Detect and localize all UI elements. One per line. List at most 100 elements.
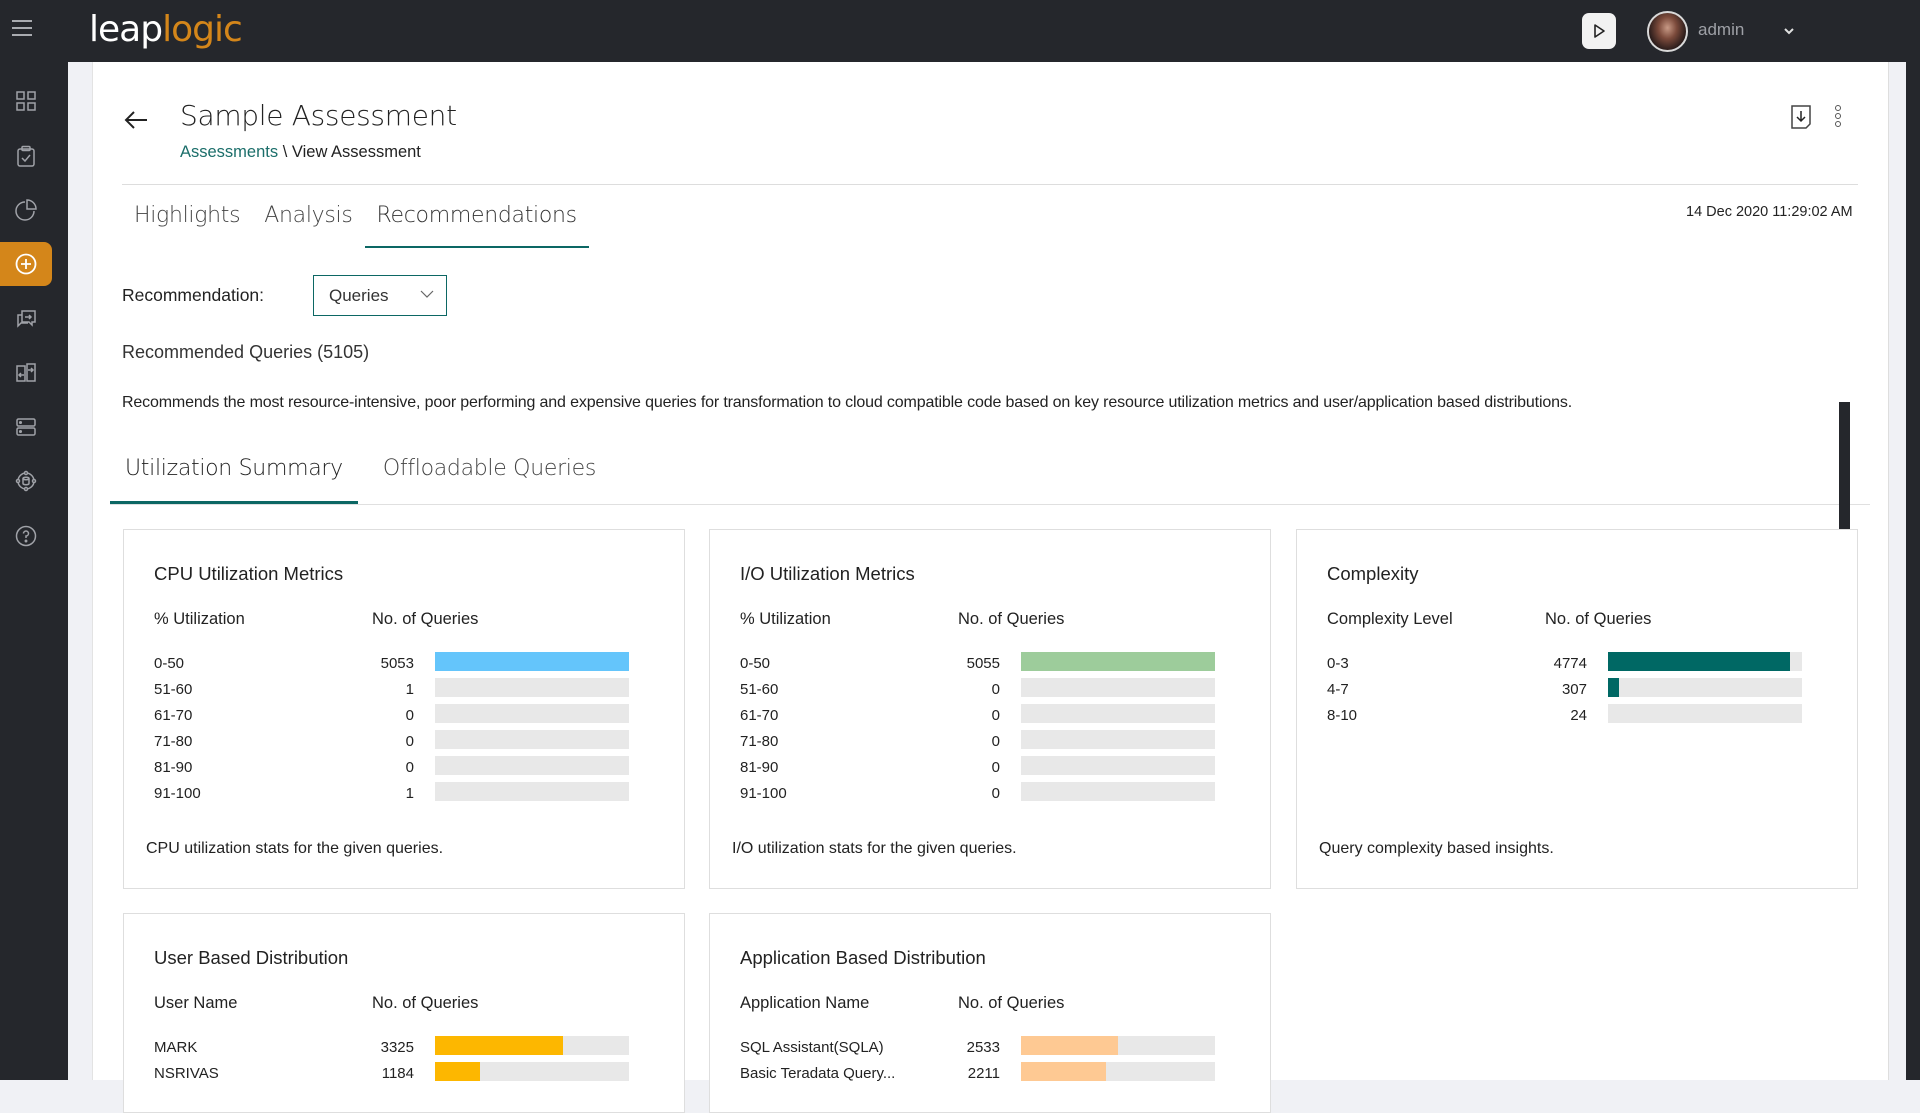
bar-row: NSRIVAS 1184: [154, 1062, 659, 1088]
bar-rows: MARK 3325 NSRIVAS 1184: [154, 1036, 659, 1088]
recommendation-selected-value: Queries: [329, 285, 389, 305]
card-footer: CPU utilization stats for the given quer…: [146, 840, 444, 857]
bar-row: 61-70 0: [740, 704, 1245, 730]
bar-row: MARK 3325: [154, 1036, 659, 1062]
sub-tabs: Utilization Summary Offloadable Queries: [110, 444, 1870, 505]
row-value: 1: [405, 785, 414, 802]
download-icon[interactable]: [1790, 104, 1812, 130]
bar-rows: 0-50 5053 51-60 1 61-70 0 71-80 0 81-90 0 91-100 1: [154, 652, 659, 808]
complexity-card: Complexity Complexity Level No. of Queri…: [1296, 529, 1858, 889]
breadcrumb-separator: \: [278, 143, 292, 161]
column-header-queries: No. of Queries: [958, 610, 1065, 628]
bar-track: [1021, 782, 1215, 801]
sidebar-item-transform[interactable]: [0, 297, 52, 341]
bar-track: [435, 652, 629, 671]
tab-recommendations[interactable]: Recommendations: [364, 196, 589, 248]
bar-track: [1021, 704, 1215, 723]
breadcrumb-assessments-link[interactable]: Assessments: [180, 143, 278, 161]
card-title: I/O Utilization Metrics: [740, 563, 915, 584]
bar-track: [1021, 756, 1215, 775]
bar-row: 81-90 0: [740, 756, 1245, 782]
row-value: 3325: [380, 1039, 414, 1056]
card-footer: I/O utilization stats for the given quer…: [732, 840, 1017, 857]
bar-track: [1021, 730, 1215, 749]
bar-row: 51-60 1: [154, 678, 659, 704]
io-utilization-card: I/O Utilization Metrics % Utilization No…: [709, 529, 1271, 889]
bar-row: 4-7 307: [1327, 678, 1832, 704]
row-value: 0: [405, 733, 414, 750]
back-arrow-icon[interactable]: [122, 106, 150, 134]
tab-highlights[interactable]: Highlights: [122, 196, 252, 248]
row-label: 0-50: [740, 655, 771, 672]
column-header-application-name: Application Name: [740, 994, 870, 1012]
sidebar-item-add[interactable]: [0, 242, 52, 286]
bar-track: [1021, 1036, 1215, 1055]
bar-track: [1608, 704, 1802, 723]
sidebar-item-analytics[interactable]: [0, 188, 52, 232]
column-header-user-name: User Name: [154, 994, 238, 1012]
row-label: MARK: [154, 1039, 198, 1056]
row-value: 5055: [966, 655, 1000, 672]
main-tabs: Highlights Analysis Recommendations: [122, 196, 589, 250]
row-label: 71-80: [740, 733, 779, 750]
row-value: 5053: [380, 655, 414, 672]
column-header-queries: No. of Queries: [1545, 610, 1652, 628]
page-title: Sample Assessment: [180, 99, 457, 132]
grid-icon: [16, 91, 36, 111]
column-header-utilization: % Utilization: [740, 610, 831, 628]
database-network-icon: [15, 470, 37, 492]
bar-track: [1021, 678, 1215, 697]
menu-icon[interactable]: [12, 20, 32, 36]
row-label: 51-60: [740, 681, 779, 698]
bar-row: 81-90 0: [154, 756, 659, 782]
breadcrumb-current: View Assessment: [291, 143, 421, 161]
row-value: 0: [991, 759, 1000, 776]
bar-track: [435, 756, 629, 775]
user-name[interactable]: admin: [1698, 20, 1744, 40]
sidebar-item-compare[interactable]: [0, 351, 52, 395]
card-title: Application Based Distribution: [740, 947, 986, 968]
row-value: 0: [991, 785, 1000, 802]
row-label: Basic Teradata Query...: [740, 1065, 896, 1082]
sidebar-item-data-network[interactable]: [0, 459, 52, 503]
sidebar-item-dashboard[interactable]: [0, 79, 52, 123]
application-distribution-card: Application Based Distribution Applicati…: [709, 913, 1271, 1113]
row-value: 0: [991, 707, 1000, 724]
recommendation-select[interactable]: Queries: [313, 275, 447, 316]
bar-fill: [435, 652, 629, 671]
avatar[interactable]: [1647, 11, 1688, 52]
sidebar: [0, 62, 68, 1080]
play-button[interactable]: [1582, 13, 1616, 49]
bar-rows: 0-3 4774 4-7 307 8-10 24: [1327, 652, 1832, 730]
row-value: 2533: [966, 1039, 1000, 1056]
row-label: 0-50: [154, 655, 185, 672]
sidebar-item-help[interactable]: [0, 514, 52, 558]
bar-track: [435, 1062, 629, 1081]
card-footer: Query complexity based insights.: [1319, 840, 1554, 857]
more-options-icon[interactable]: [1833, 104, 1843, 130]
sidebar-item-storage[interactable]: [0, 405, 52, 449]
recommendation-description: Recommends the most resource-intensive, …: [122, 394, 1573, 411]
breadcrumb: Assessments \ View Assessment: [180, 143, 421, 162]
column-header-utilization: % Utilization: [154, 610, 245, 628]
card-title: CPU Utilization Metrics: [154, 563, 344, 584]
bar-row: 0-50 5055: [740, 652, 1245, 678]
sidebar-item-assessments[interactable]: [0, 134, 52, 178]
chevron-down-icon[interactable]: [1782, 24, 1796, 38]
bar-row: 71-80 0: [740, 730, 1245, 756]
bar-row: 61-70 0: [154, 704, 659, 730]
bar-fill: [1021, 1036, 1118, 1055]
timestamp: 14 Dec 2020 11:29:02 AM: [1686, 204, 1853, 220]
row-value: 0: [991, 733, 1000, 750]
recommendation-label: Recommendation:: [122, 285, 265, 305]
card-title: User Based Distribution: [154, 947, 349, 968]
bar-fill: [1021, 652, 1215, 671]
row-label: 81-90: [154, 759, 193, 776]
bar-track: [435, 1036, 629, 1055]
app-logo[interactable]: leaplogic: [89, 6, 243, 54]
recommended-queries-count: Recommended Queries (5105): [122, 342, 370, 362]
tab-offloadable-queries[interactable]: Offloadable Queries: [368, 444, 611, 504]
tab-analysis[interactable]: Analysis: [252, 196, 364, 248]
top-bar: leaplogic admin: [0, 0, 1920, 62]
tab-utilization-summary[interactable]: Utilization Summary: [110, 444, 358, 504]
